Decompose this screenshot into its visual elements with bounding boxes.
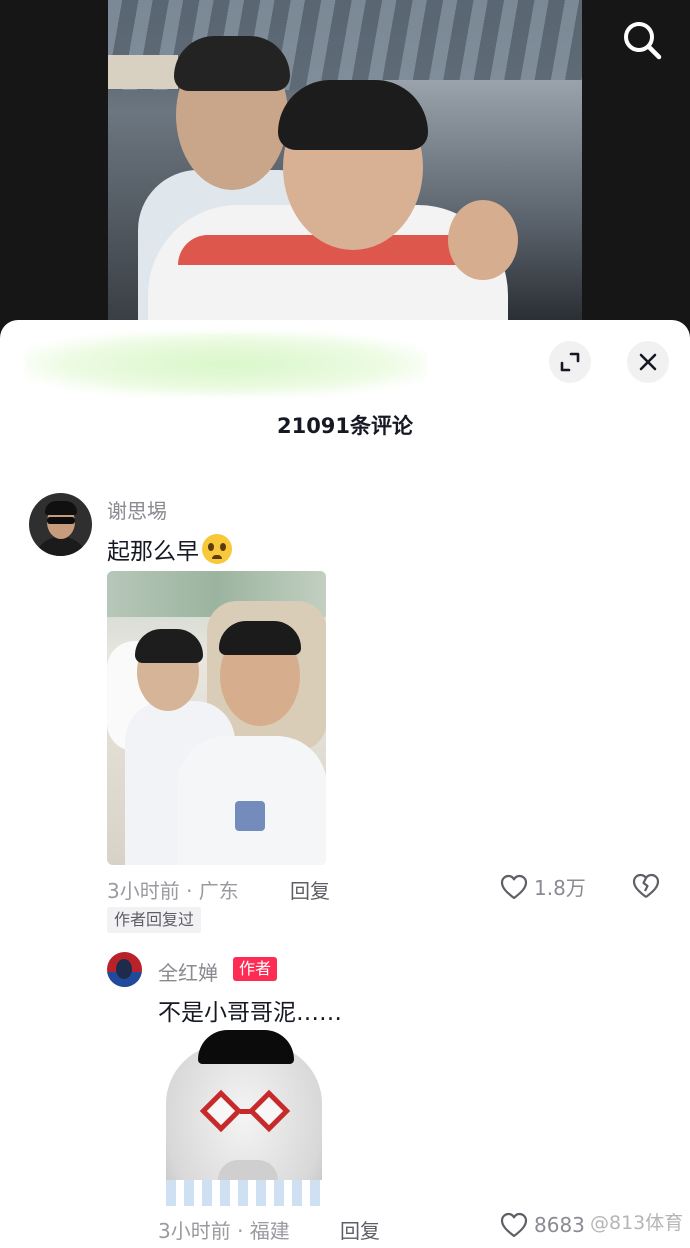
- comment-sheet: 21091条评论 谢思埸 起那么早 3小时前 · 广东 回复 1.8万 作者回复…: [0, 320, 690, 1248]
- person-hair: [174, 36, 290, 91]
- reply-timestamp-location: 3小时前 · 福建: [158, 1219, 290, 1243]
- avatar-sunglasses: [47, 517, 75, 524]
- watermark-text: @813体育: [590, 1212, 684, 1234]
- video-frame: [108, 0, 582, 320]
- blurred-banner: [26, 332, 426, 396]
- reply-username[interactable]: 全红婵: [158, 957, 218, 986]
- person-hair: [135, 629, 203, 663]
- avatar-hair: [45, 501, 77, 515]
- comment-count-title: 21091条评论: [276, 414, 414, 438]
- like-button[interactable]: 1.8万: [500, 872, 586, 901]
- author-replied-tag: 作者回复过: [107, 907, 202, 933]
- person-hair: [278, 80, 428, 150]
- avatar[interactable]: [107, 952, 142, 987]
- sticker-hat: [198, 1030, 294, 1064]
- like-count: 1.8万: [534, 876, 586, 900]
- avatar-face: [116, 959, 132, 979]
- sticker-glasses-bridge: [240, 1109, 254, 1114]
- sticker-shirt: [166, 1180, 322, 1206]
- reply-text: 不是小哥哥泥……: [158, 1000, 342, 1026]
- author-badge: 作者: [233, 957, 278, 981]
- search-icon[interactable]: [620, 18, 664, 62]
- comment-image[interactable]: [107, 571, 326, 865]
- like-button[interactable]: 8683: [500, 1212, 585, 1238]
- broken-heart-icon[interactable]: [631, 872, 661, 902]
- video-player[interactable]: [0, 0, 690, 340]
- peace-sign-hand: [448, 200, 518, 280]
- expand-icon[interactable]: [549, 341, 591, 383]
- comment-timestamp-location: 3小时前 · 广东: [107, 879, 239, 903]
- comment-text: 起那么早: [107, 532, 232, 566]
- like-count: 8683: [534, 1213, 585, 1237]
- close-icon[interactable]: [627, 341, 669, 383]
- avatar[interactable]: [29, 493, 92, 556]
- comment-username[interactable]: 谢思埸: [107, 495, 167, 524]
- pleading-face-emoji-icon: [202, 534, 232, 564]
- comment-text-content: 起那么早: [107, 539, 199, 565]
- person-hair: [219, 621, 301, 655]
- shirt-logo: [235, 801, 265, 831]
- heart-icon: [500, 874, 528, 899]
- reply-button[interactable]: 回复: [290, 875, 330, 904]
- stadium-banner: [108, 55, 178, 89]
- heart-icon: [500, 1212, 528, 1238]
- reply-button[interactable]: 回复: [340, 1215, 380, 1244]
- meme-sticker-image[interactable]: [158, 1030, 332, 1206]
- avatar-body: [35, 537, 87, 556]
